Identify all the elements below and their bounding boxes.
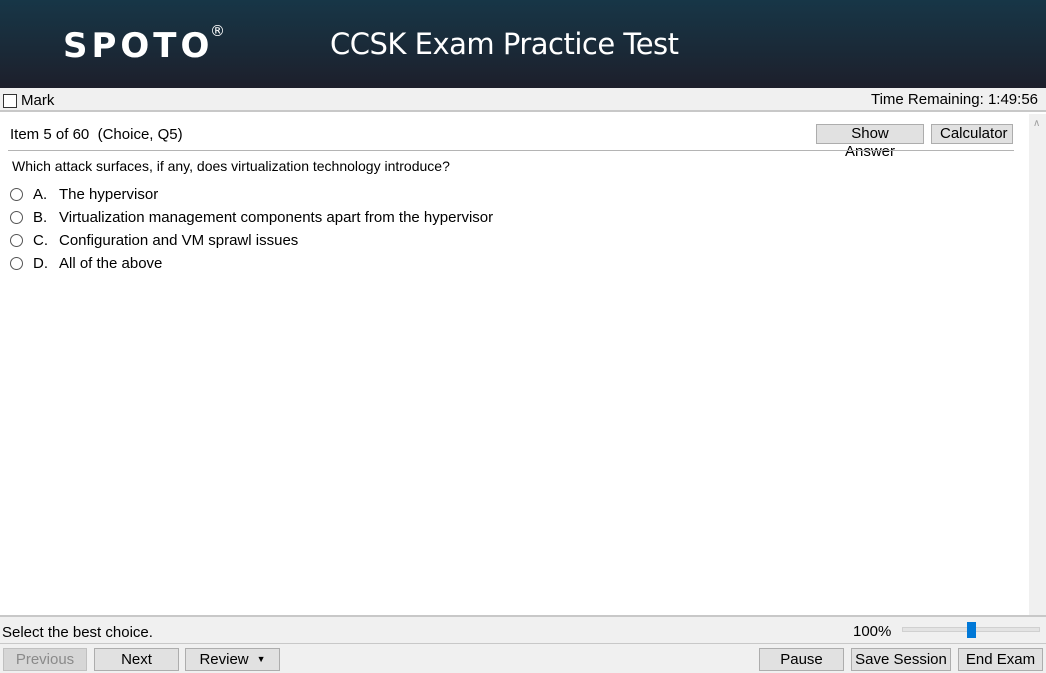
review-label: Review <box>199 651 249 668</box>
status-bar: Select the best choice. 100% <box>0 615 1046 644</box>
option-letter: B. <box>33 209 48 226</box>
zoom-level: 100% <box>853 623 892 640</box>
option-text[interactable]: Virtualization management components apa… <box>59 209 493 226</box>
option-text[interactable]: Configuration and VM sprawl issues <box>59 232 298 249</box>
mark-label[interactable]: Mark <box>21 92 54 109</box>
item-info: Item 5 of 60 (Choice, Q5) <box>10 126 183 143</box>
zoom-slider-thumb[interactable] <box>966 622 976 638</box>
caret-down-icon: ▼ <box>256 654 266 664</box>
registered-mark: ® <box>210 22 225 40</box>
chevron-up-icon[interactable]: ∧ <box>1033 118 1040 129</box>
spoto-logo: SPOTO <box>63 26 214 66</box>
option-letter: C. <box>33 232 48 249</box>
radio-button[interactable] <box>10 188 23 201</box>
app-header: SPOTO ® CCSK Exam Practice Test <box>0 0 1046 88</box>
radio-button[interactable] <box>10 234 23 247</box>
save-session-button[interactable]: Save Session <box>851 648 951 671</box>
option-letter: A. <box>33 186 48 203</box>
item-total: 60 <box>72 126 90 143</box>
question-text: Which attack surfaces, if any, does virt… <box>12 158 450 174</box>
option-text[interactable]: All of the above <box>59 255 162 272</box>
mark-bar: Mark Time Remaining: 1:49:56 <box>0 88 1046 112</box>
instruction-text: Select the best choice. <box>2 624 153 641</box>
navigation-bar: Previous Next Review ▼ Pause Save Session… <box>0 644 1046 673</box>
header-divider <box>8 150 1014 151</box>
next-button[interactable]: Next <box>94 648 179 671</box>
option-letter: D. <box>33 255 48 272</box>
app-title: CCSK Exam Practice Test <box>330 27 679 61</box>
item-of: of <box>55 126 69 143</box>
item-prefix: Item <box>10 126 40 143</box>
end-exam-button[interactable]: End Exam <box>958 648 1043 671</box>
vertical-scrollbar[interactable]: ∧ <box>1029 114 1046 615</box>
review-button[interactable]: Review ▼ <box>185 648 280 671</box>
option-d[interactable]: D. All of the above <box>10 252 493 275</box>
time-remaining: Time Remaining: 1:49:56 <box>870 91 1038 108</box>
mark-checkbox[interactable] <box>3 94 17 108</box>
radio-button[interactable] <box>10 211 23 224</box>
answer-options: A. The hypervisor B. Virtualization mana… <box>10 183 493 275</box>
option-text[interactable]: The hypervisor <box>59 186 158 203</box>
option-a[interactable]: A. The hypervisor <box>10 183 493 206</box>
option-b[interactable]: B. Virtualization management components … <box>10 206 493 229</box>
show-answer-button[interactable]: Show Answer <box>816 124 924 160</box>
question-panel: Item 5 of 60 (Choice, Q5) Show Answer Ca… <box>0 114 1029 615</box>
radio-button[interactable] <box>10 257 23 270</box>
item-current: 5 <box>43 126 52 143</box>
option-c[interactable]: C. Configuration and VM sprawl issues <box>10 229 493 252</box>
calculator-button[interactable]: Calculator <box>931 124 1013 144</box>
previous-button[interactable]: Previous <box>3 648 87 671</box>
pause-button[interactable]: Pause <box>759 648 844 671</box>
item-meta: (Choice, Q5) <box>97 126 183 143</box>
zoom-slider[interactable] <box>902 622 1040 638</box>
